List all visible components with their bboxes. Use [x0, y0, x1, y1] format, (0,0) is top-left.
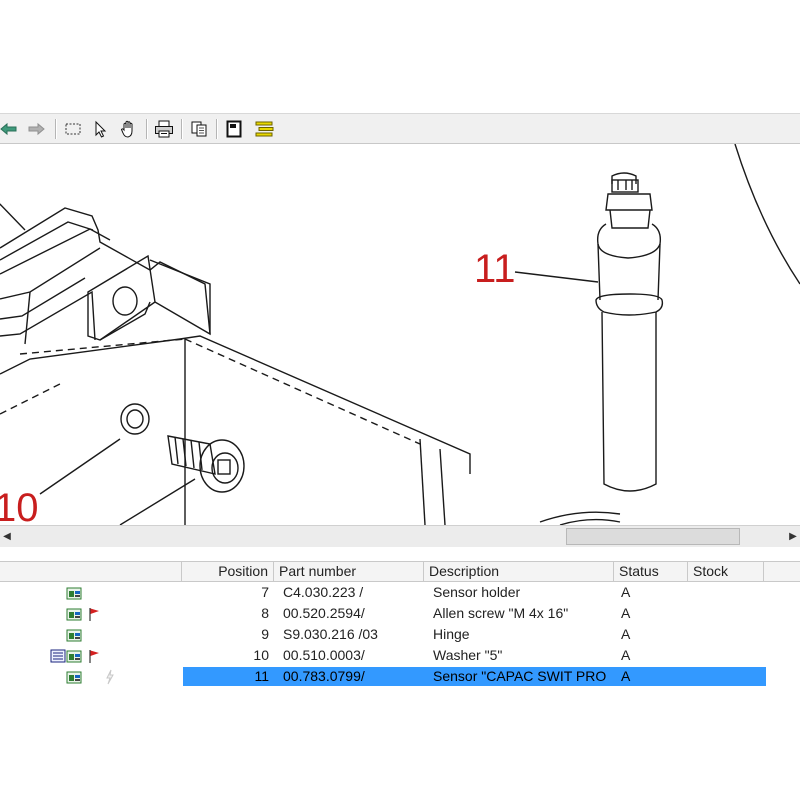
cell-part-number: C4.030.223 / — [283, 584, 364, 600]
cell-description: Sensor "CAPAC SWIT PRO — [433, 668, 607, 684]
pointer-icon[interactable] — [89, 118, 111, 140]
cell-status: A — [621, 647, 631, 663]
parts-drawing[interactable]: 11 10 — [0, 144, 800, 525]
toolbar — [0, 113, 800, 144]
assembly-icon — [50, 648, 66, 664]
cell-position: 10 — [253, 647, 269, 663]
cell-part-number: 00.783.0799/ — [283, 668, 365, 684]
cell-description: Allen screw "M 4x 16" — [433, 605, 569, 621]
cell-status: A — [621, 668, 631, 684]
cell-description: Sensor holder — [433, 584, 521, 600]
cell-stock — [690, 603, 764, 624]
toolbar-separator — [55, 119, 57, 139]
column-header-part-number[interactable]: Part number — [274, 562, 424, 581]
splitter[interactable] — [0, 547, 800, 561]
cell-stock — [690, 582, 764, 603]
flag-icon — [86, 606, 102, 622]
column-header-status[interactable]: Status — [614, 562, 688, 581]
cell-description: Washer "5" — [433, 647, 503, 663]
cell-position: 11 — [254, 668, 269, 684]
cell-description: Hinge — [433, 626, 470, 642]
toolbar-separator — [216, 119, 218, 139]
scroll-right-icon[interactable]: ▶ — [786, 528, 800, 545]
list-icon[interactable] — [254, 118, 276, 140]
cell-part-number: S9.030.216 /03 — [283, 626, 378, 642]
window-top-area — [0, 0, 800, 113]
flag-icon — [86, 648, 102, 664]
table-row[interactable]: 9 S9.030.216 /03 Hinge A — [0, 624, 800, 645]
cell-position: 9 — [261, 626, 269, 642]
column-header-description[interactable]: Description — [424, 562, 614, 581]
part-icon — [66, 606, 82, 622]
cell-status: A — [621, 584, 631, 600]
part-icon — [66, 648, 82, 664]
cell-part-number: 00.520.2594/ — [283, 605, 365, 621]
column-header-icons[interactable] — [0, 562, 182, 581]
scrollbar-thumb[interactable] — [566, 528, 740, 545]
toolbar-separator — [146, 119, 148, 139]
column-header-stock[interactable]: Stock — [688, 562, 764, 581]
callout-11[interactable]: 11 — [474, 249, 516, 289]
print-icon[interactable] — [153, 118, 175, 140]
part-icon — [66, 669, 82, 685]
cell-status: A — [621, 605, 631, 621]
callout-10[interactable]: 10 — [0, 488, 39, 525]
cell-position: 8 — [261, 605, 269, 621]
hand-pan-icon[interactable] — [118, 118, 140, 140]
cell-position: 7 — [261, 584, 269, 600]
horizontal-scrollbar[interactable]: ◀ ▶ — [0, 525, 800, 547]
table-row[interactable]: 11 00.783.0799/Sensor "CAPAC SWIT PRO A — [0, 666, 800, 687]
part-icon — [66, 627, 82, 643]
parts-table-header: Position Part number Description Status … — [0, 561, 800, 582]
column-header-position[interactable]: Position — [182, 562, 274, 581]
lightning-icon — [102, 669, 118, 685]
table-row[interactable]: 7 C4.030.223 / Sensor holder A — [0, 582, 800, 603]
cell-stock — [690, 666, 764, 687]
rectangle-select-icon[interactable] — [62, 118, 84, 140]
toolbar-separator — [181, 119, 183, 139]
exploded-view-drawing — [0, 144, 800, 525]
cell-status: A — [621, 626, 631, 642]
table-row[interactable]: 8 00.520.2594/Allen screw "M 4x 16" A — [0, 603, 800, 624]
copy-icon[interactable] — [188, 118, 210, 140]
part-icon — [66, 585, 82, 601]
table-row[interactable]: 10 00.510.0003/Washer "5" A — [0, 645, 800, 666]
back-arrow-icon[interactable] — [0, 118, 20, 140]
scroll-left-icon[interactable]: ◀ — [0, 528, 14, 545]
cell-stock — [690, 645, 764, 666]
cell-part-number: 00.510.0003/ — [283, 647, 365, 663]
page-icon[interactable] — [223, 118, 245, 140]
cell-stock — [690, 624, 764, 645]
forward-arrow-icon[interactable] — [25, 118, 47, 140]
